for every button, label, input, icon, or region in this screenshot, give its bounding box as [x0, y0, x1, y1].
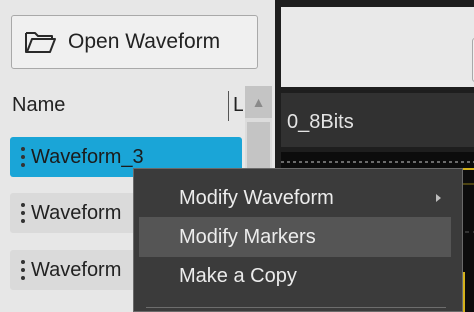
open-waveform-button[interactable]: Open Waveform	[11, 15, 258, 69]
context-menu: Modify Waveform Modify Markers Make a Co…	[133, 168, 463, 312]
column-header-length[interactable]: L	[233, 94, 243, 117]
editor-toolbar	[281, 7, 474, 87]
menu-item-label: Make a Copy	[179, 264, 297, 287]
open-waveform-label: Open Waveform	[68, 30, 221, 53]
menu-item-label: Modify Markers	[179, 225, 316, 248]
folder-open-icon	[24, 29, 56, 55]
scroll-up-button[interactable]: ▲	[245, 86, 272, 118]
triangle-up-icon: ▲	[251, 94, 266, 110]
menu-separator	[146, 307, 446, 308]
menu-item-make-a-copy[interactable]: Make a Copy	[139, 256, 451, 296]
menu-item-label: Modify Waveform	[179, 186, 334, 209]
list-item-label: Waveform	[31, 201, 122, 224]
app-window: Open Waveform Name L ▲ Waveform_3 Wavefo…	[0, 0, 474, 312]
list-item-label: Waveform	[31, 258, 122, 281]
column-header-name[interactable]: Name	[12, 94, 65, 117]
drag-handle-icon[interactable]	[21, 203, 25, 223]
list-item-label: Waveform_3	[31, 145, 144, 168]
menu-item-modify-markers[interactable]: Modify Markers	[139, 217, 451, 257]
drag-handle-icon[interactable]	[21, 147, 25, 167]
column-divider[interactable]	[228, 91, 229, 121]
waveform-title: 0_8Bits	[287, 111, 354, 133]
drag-handle-icon[interactable]	[21, 260, 25, 280]
list-column-header: Name L	[0, 82, 275, 132]
menu-item-modify-waveform[interactable]: Modify Waveform	[139, 178, 451, 218]
chevron-right-icon	[436, 194, 441, 202]
